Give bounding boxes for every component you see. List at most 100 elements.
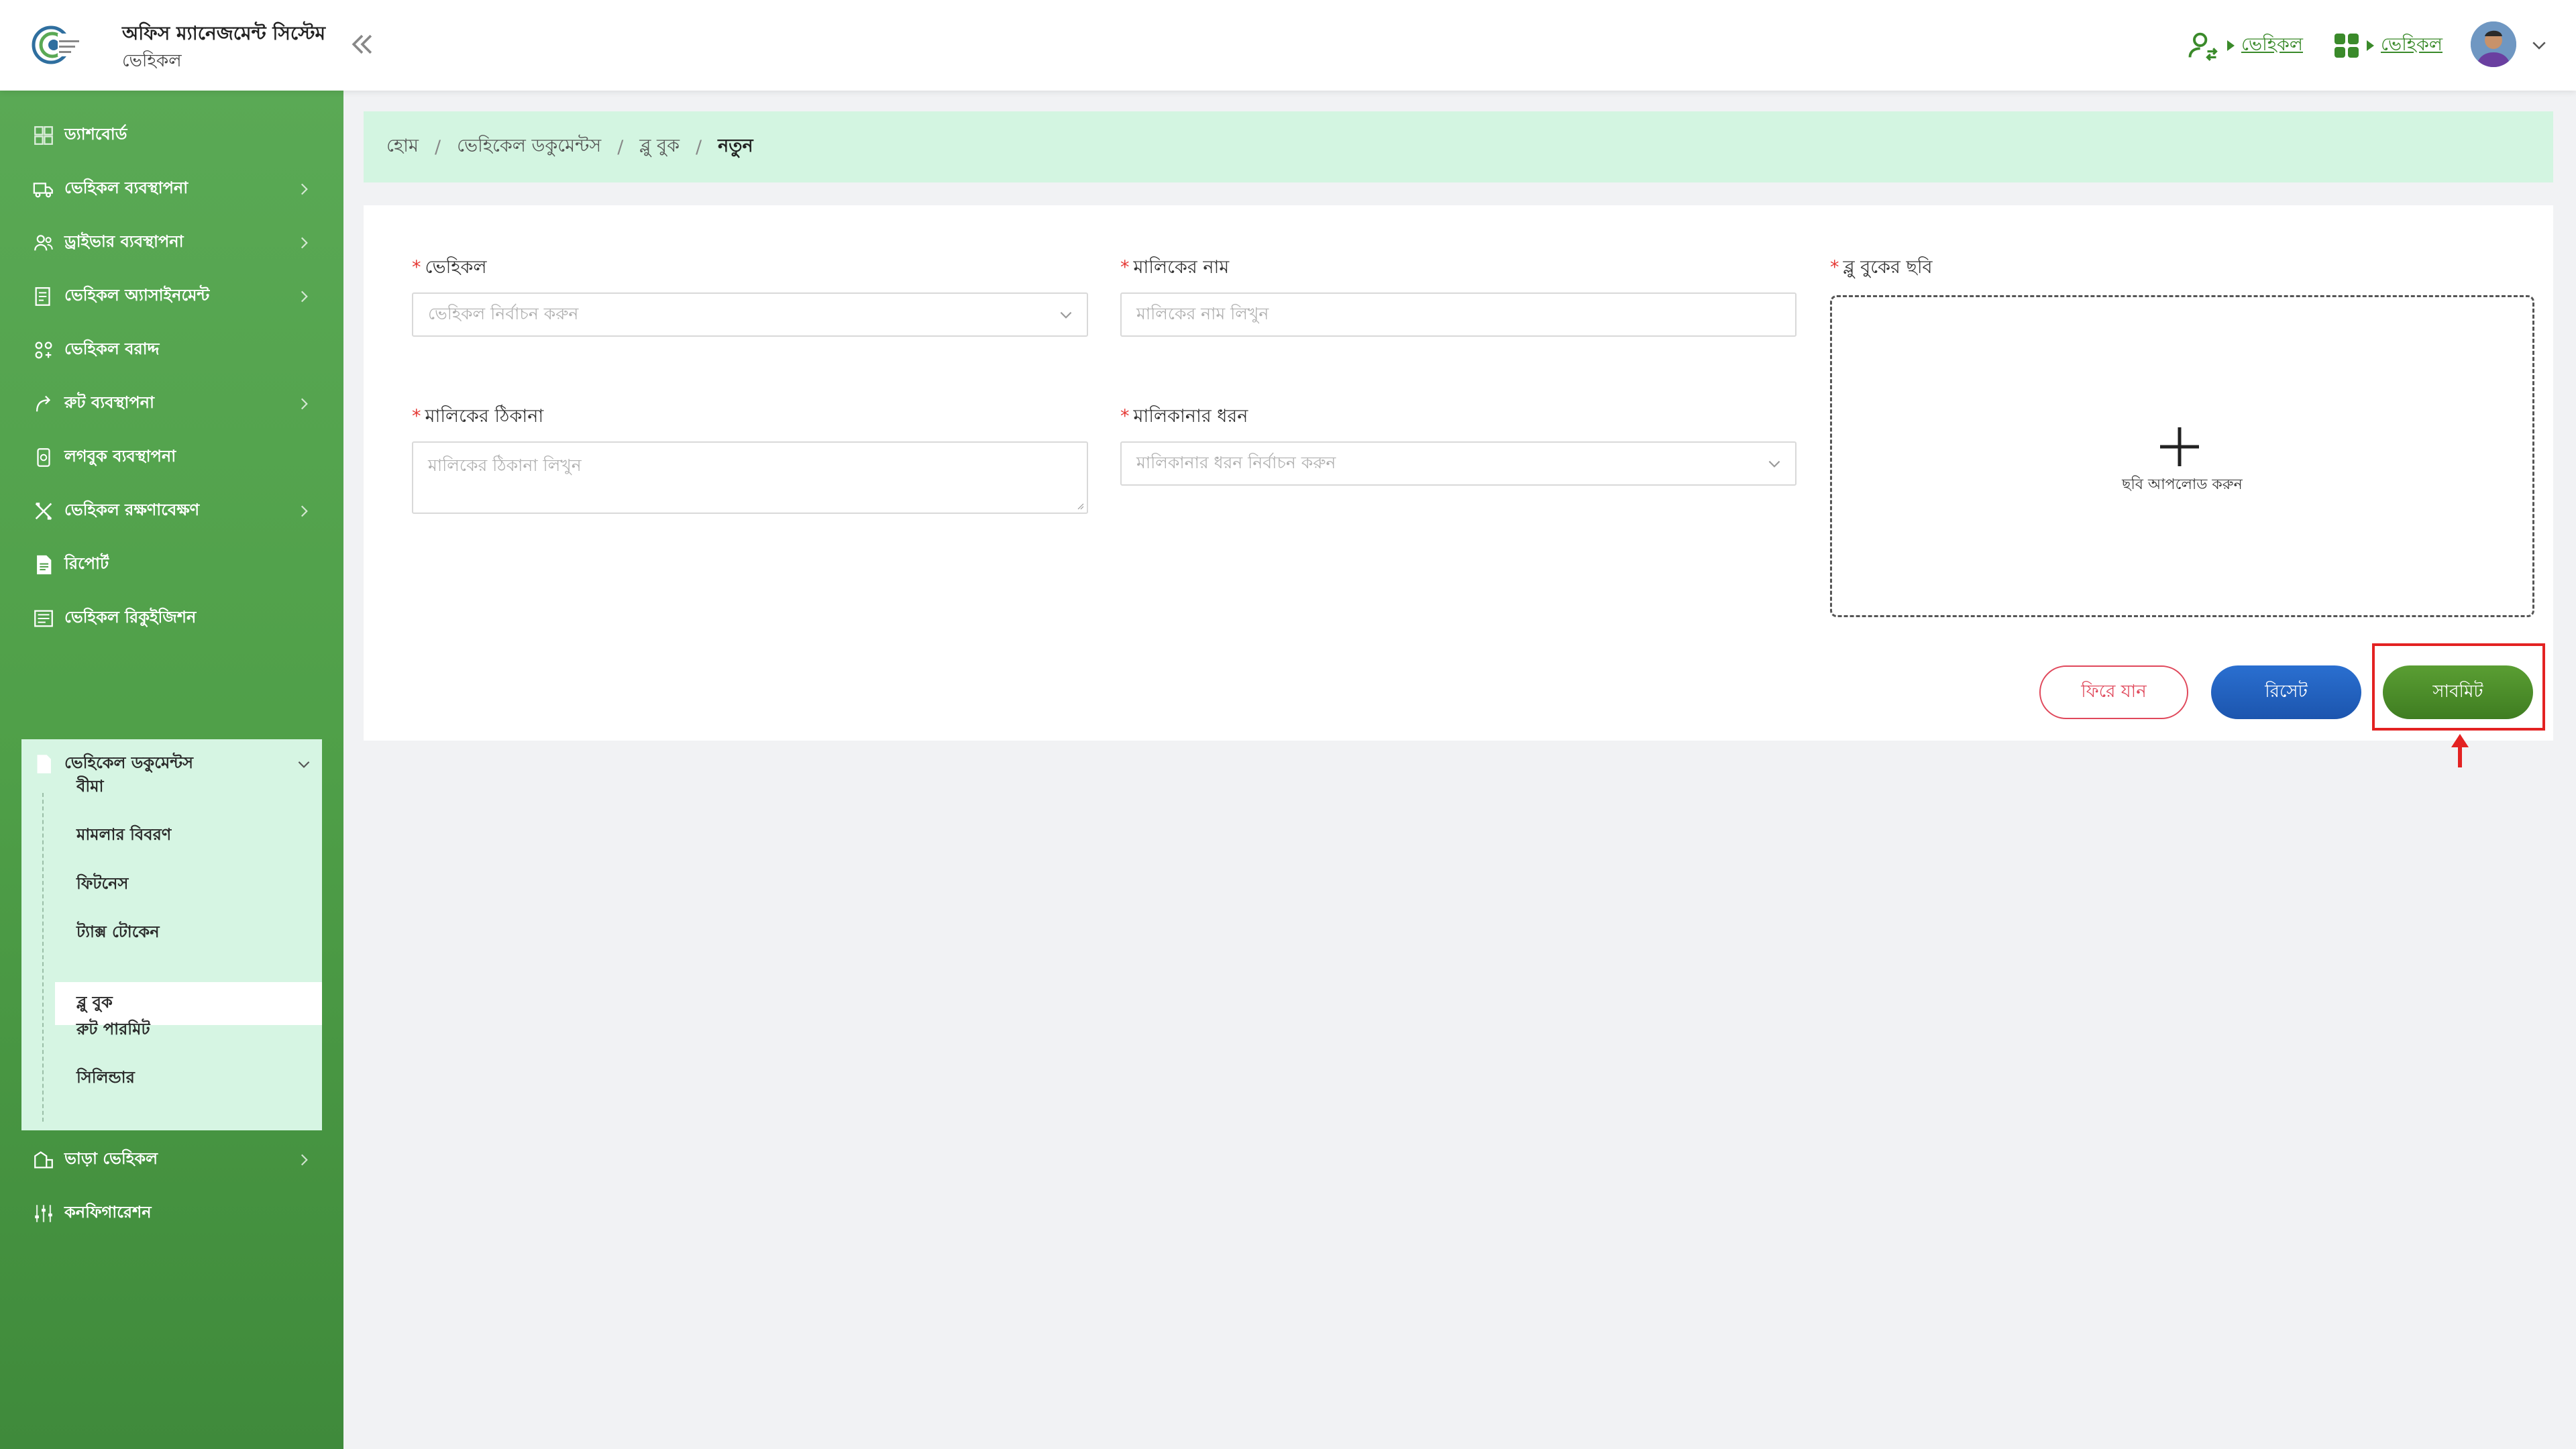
- sidebar-item-label: ভেহিকল বরাদ্দ: [64, 339, 160, 358]
- vehicle-select-placeholder: ভেহিকল নির্বাচন করুন: [428, 303, 579, 323]
- group-icon: [35, 341, 52, 359]
- required-mark: *: [1830, 257, 1839, 278]
- owner-name-input[interactable]: মালিকের নাম লিখুন: [1120, 292, 1796, 337]
- users-icon: [34, 235, 53, 251]
- submenu-item-label: বীমা: [76, 777, 104, 796]
- sidebar-item-label: লগবুক ব্যবস্থাপনা: [64, 447, 176, 466]
- chevron-down-icon[interactable]: [2529, 35, 2549, 55]
- sidebar-item-label: কনফিগারেশন: [64, 1203, 152, 1222]
- chevron-right-icon: [301, 398, 308, 410]
- collapse-sidebar-icon[interactable]: [347, 30, 377, 59]
- truck-icon: [33, 182, 53, 198]
- chevron-down-icon: [1768, 460, 1780, 468]
- breadcrumb-separator: /: [434, 136, 441, 158]
- sidebar-item-logbook-management[interactable]: লগবুক ব্যবস্থাপনা: [21, 433, 322, 482]
- sidebar-item-label: ভেহিকল অ্যাসাইনমেন্ট: [64, 286, 210, 305]
- vehicle-label-text: ভেহিকল: [425, 257, 487, 278]
- tools-icon: [35, 502, 52, 520]
- image-upload-area[interactable]: ছবি আপলোড করুন: [1830, 295, 2534, 617]
- owner-address-field-label: * মালিকের ঠিকানা: [412, 402, 543, 433]
- settings-sliders-icon: [35, 1205, 52, 1222]
- submenu-item-label: ফিটনেস: [76, 874, 129, 893]
- bluebook-form-card: * ভেহিকল ভেহিকল নির্বাচন করুন * মালিকের না…: [364, 205, 2553, 741]
- caret-right-icon: [2227, 40, 2235, 51]
- module-name: ভেহিকল: [122, 51, 182, 71]
- arrow-up-icon: [2451, 734, 2469, 767]
- chevron-down-icon: [1060, 311, 1072, 319]
- breadcrumb: হোম / ভেহিকেল ডকুমেন্টস / ব্লু বুক / নতু…: [364, 111, 2553, 182]
- required-mark: *: [412, 406, 421, 427]
- submenu-item-route-permit[interactable]: রুট পারমিট: [55, 1009, 322, 1052]
- top-header: অফিস ম্যানেজমেন্ট সিস্টেম ভেহিকল ভেহিকল …: [0, 0, 2576, 91]
- plus-icon: [2160, 427, 2199, 466]
- sidebar-item-rent-vehicle[interactable]: ভাড়া ভেহিকল: [21, 1135, 322, 1185]
- sidebar-item-report[interactable]: রিপোর্ট: [21, 540, 322, 590]
- breadcrumb-vehicle-documents[interactable]: ভেহিকেল ডকুমেন্টস: [457, 132, 601, 162]
- upload-text: ছবি আপলোড করুন: [2122, 476, 2243, 493]
- sidebar-item-vehicle-management[interactable]: ভেহিকল ব্যবস্থাপনা: [21, 164, 322, 214]
- sidebar-item-label: ভেহিকল রক্ষণাবেক্ষণ: [64, 500, 200, 519]
- user-switch-group[interactable]: ভেহিকল: [2186, 27, 2303, 64]
- sidebar-item-label: ড্যাশবোর্ড: [64, 125, 127, 144]
- sidebar-item-vehicle-assignment[interactable]: ভেহিকল অ্যাসাইনমেন্ট: [21, 272, 322, 321]
- sidebar: ড্যাশবোর্ড ভেহিকল ব্যবস্থাপনা ড্রাইভার ব…: [0, 91, 343, 1449]
- breadcrumb-bluebook[interactable]: ব্লু বুক: [639, 132, 680, 162]
- avatar[interactable]: [2471, 21, 2516, 67]
- submenu-item-label: সিলিন্ডার: [76, 1068, 135, 1087]
- owner-name-placeholder: মালিকের নাম লিখুন: [1136, 303, 1269, 323]
- submenu-item-label: ট্যাক্স টোকেন: [76, 922, 160, 941]
- submenu-item-insurance[interactable]: বীমা: [55, 766, 322, 809]
- sidebar-item-route-management[interactable]: রুট ব্যবস্থাপনা: [21, 379, 322, 429]
- requisition-icon: [34, 610, 53, 627]
- breadcrumb-home[interactable]: হোম: [386, 132, 419, 162]
- sidebar-item-label: ভেহিকল রিকুইজিশন: [64, 608, 197, 627]
- required-mark: *: [1120, 257, 1130, 278]
- chevron-right-icon: [301, 505, 308, 517]
- apps-grid-icon: [2334, 34, 2359, 58]
- ownership-type-label-text: মালিকানার ধরন: [1133, 406, 1248, 427]
- chevron-right-icon: [301, 183, 308, 195]
- ownership-type-field-label: * মালিকানার ধরন: [1120, 402, 1248, 433]
- document-icon: [37, 755, 51, 773]
- breadcrumb-separator: /: [695, 136, 702, 158]
- back-button[interactable]: ফিরে যান: [2039, 665, 2188, 719]
- dashboard-icon: [34, 126, 53, 145]
- sidebar-item-configuration[interactable]: কনফিগারেশন: [21, 1189, 322, 1238]
- submenu-item-case-details[interactable]: মামলার বিবরণ: [55, 814, 322, 857]
- submenu-item-cylinder[interactable]: সিলিন্ডার: [55, 1057, 322, 1100]
- breadcrumb-separator: /: [617, 136, 624, 158]
- vehicle-documents-submenu: ভেহিকেল ডকুমেন্টস বীমা মামলার বিবরণ ফিটন…: [21, 739, 322, 1130]
- route-icon: [36, 395, 51, 412]
- sidebar-item-label: ভেহিকল ব্যবস্থাপনা: [64, 178, 189, 197]
- sidebar-item-dashboard[interactable]: ড্যাশবোর্ড: [21, 111, 322, 160]
- bluebook-image-field-label: * ব্লু বুকের ছবি: [1830, 254, 1933, 284]
- submit-button[interactable]: সাবমিট: [2383, 665, 2533, 719]
- user-module-link[interactable]: ভেহিকল: [2241, 31, 2303, 61]
- required-mark: *: [1120, 406, 1130, 427]
- apps-group[interactable]: ভেহিকল: [2333, 27, 2443, 64]
- sidebar-item-label: ভাড়া ভেহিকল: [64, 1149, 158, 1168]
- sidebar-item-label: রুট ব্যবস্থাপনা: [64, 393, 154, 412]
- resize-grip-icon[interactable]: [1076, 502, 1084, 510]
- ownership-type-select[interactable]: মালিকানার ধরন নির্বাচন করুন: [1120, 441, 1796, 486]
- chevron-right-icon: [301, 1154, 308, 1166]
- app-title: অফিস ম্যানেজমেন্ট সিস্টেম: [122, 22, 326, 44]
- submenu-item-tax-token[interactable]: ট্যাক্স টোকেন: [55, 912, 322, 955]
- chevron-right-icon: [301, 237, 308, 249]
- required-mark: *: [412, 257, 421, 278]
- user-switch-icon: [2188, 32, 2218, 61]
- bluebook-image-label-text: ব্লু বুকের ছবি: [1843, 257, 1933, 278]
- caret-right-icon: [2367, 40, 2374, 51]
- chevron-right-icon: [301, 290, 308, 303]
- owner-name-label-text: মালিকের নাম: [1133, 257, 1230, 278]
- sidebar-item-vehicle-requisition[interactable]: ভেহিকল রিকুইজিশন: [21, 594, 322, 643]
- sidebar-item-driver-management[interactable]: ড্রাইভার ব্যবস্থাপনা: [21, 218, 322, 268]
- apps-module-link[interactable]: ভেহিকল: [2381, 31, 2443, 61]
- sidebar-item-vehicle-allocation[interactable]: ভেহিকল বরাদ্দ: [21, 325, 322, 375]
- submenu-item-fitness[interactable]: ফিটনেস: [55, 863, 322, 906]
- logo: [32, 25, 80, 64]
- vehicle-select[interactable]: ভেহিকল নির্বাচন করুন: [412, 292, 1088, 337]
- owner-address-textarea[interactable]: মালিকের ঠিকানা লিখুন: [412, 441, 1088, 514]
- reset-button[interactable]: রিসেট: [2211, 665, 2361, 719]
- sidebar-item-vehicle-maintenance[interactable]: ভেহিকল রক্ষণাবেক্ষণ: [21, 486, 322, 536]
